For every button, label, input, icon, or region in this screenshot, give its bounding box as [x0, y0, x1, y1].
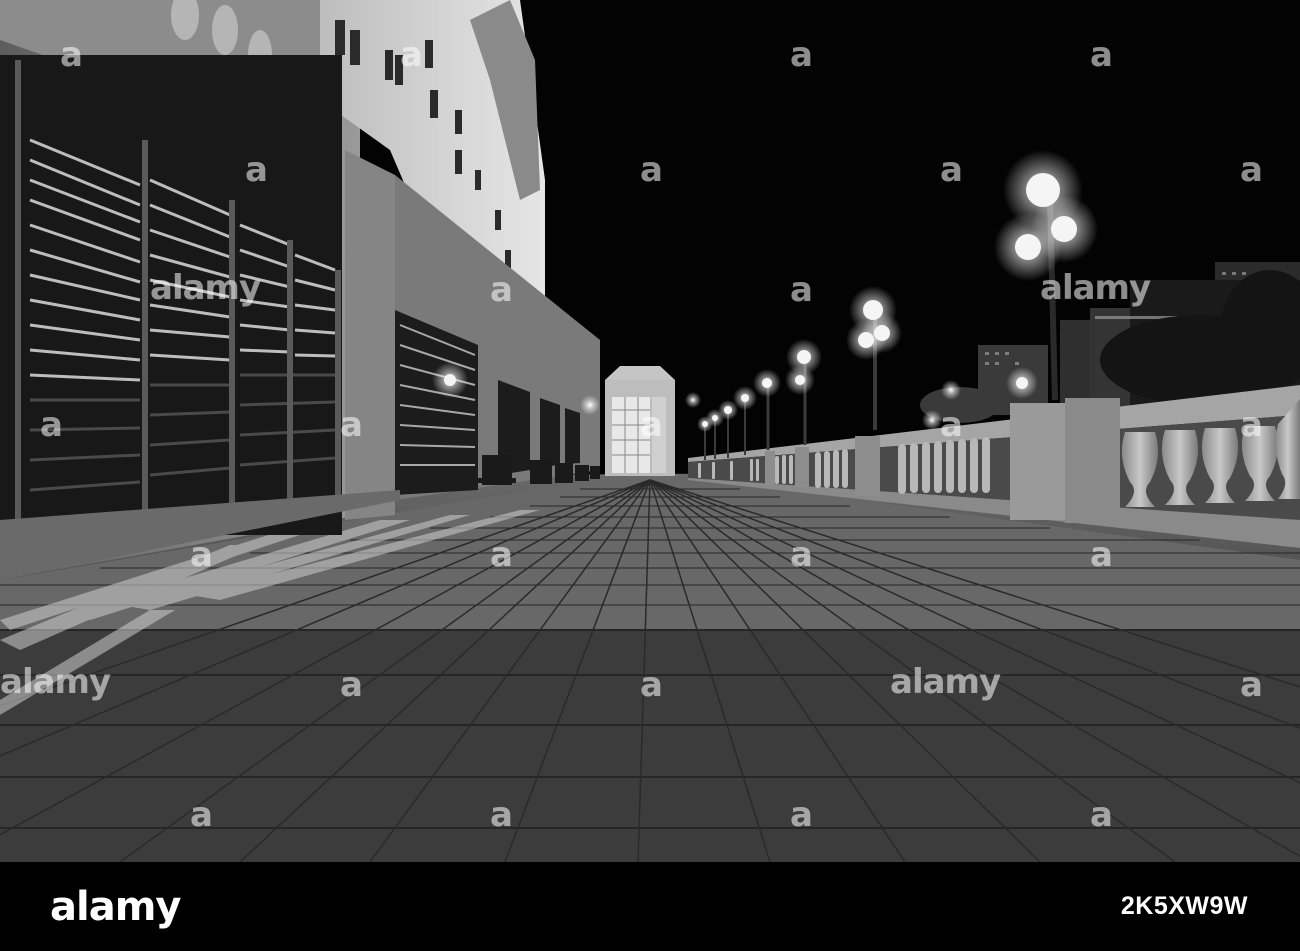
image-id-label: 2K5XW9W — [1120, 892, 1248, 920]
end-pavilion — [605, 366, 675, 476]
photo-frame: a a a a a a a a alamy a a alamy a a a a … — [0, 0, 1300, 951]
stock-footer-bar: alamy 2K5XW9W — [0, 862, 1300, 951]
night-promenade-photo — [0, 0, 1300, 862]
alamy-logo: alamy — [50, 883, 181, 930]
